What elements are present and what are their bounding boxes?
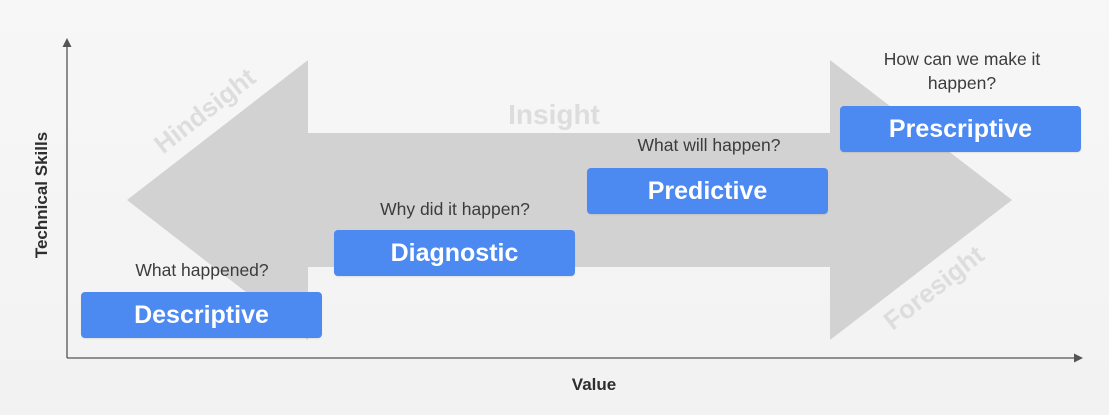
insight-label: Insight (508, 99, 600, 130)
slide-canvas: Technical Skills Value Hindsight Insight… (0, 0, 1109, 415)
predictive-stage-box: Predictive (587, 168, 828, 214)
x-axis-label: Value (571, 375, 617, 394)
x-axis-arrowhead (1074, 353, 1083, 363)
prescriptive-stage-box: Prescriptive (840, 106, 1081, 152)
diagnostic-stage-box: Diagnostic (334, 230, 575, 276)
predictive-question: What will happen? (637, 135, 781, 155)
y-axis-label: Technical Skills (32, 131, 51, 259)
y-axis-arrowhead (62, 38, 72, 47)
descriptive-question: What happened? (135, 260, 269, 280)
descriptive-stage-box: Descriptive (81, 292, 322, 338)
prescriptive-question: How can we make it happen? (883, 49, 1041, 93)
diagnostic-question: Why did it happen? (380, 199, 530, 219)
